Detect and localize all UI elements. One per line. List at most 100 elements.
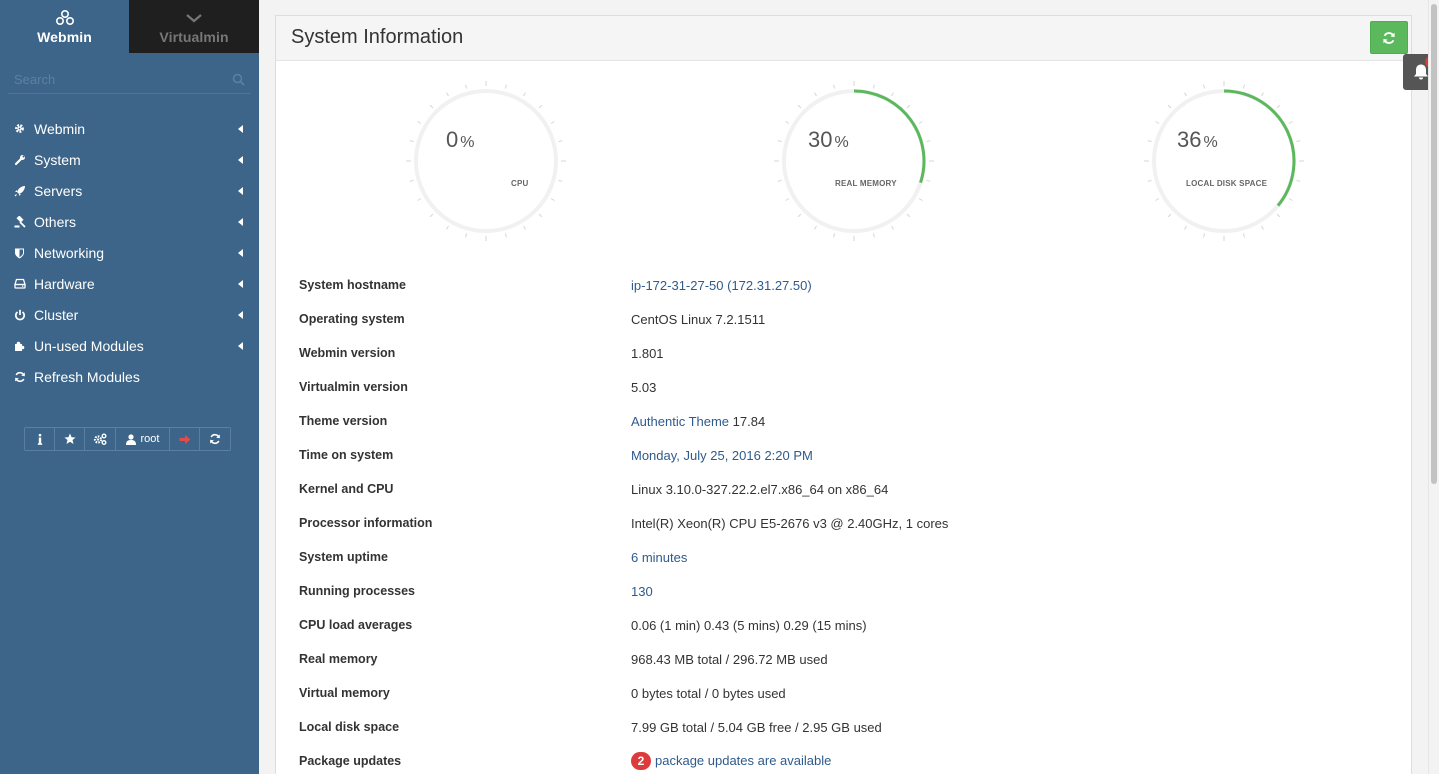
- gauge-tick: [1296, 179, 1301, 182]
- gauge-tick: [906, 104, 911, 109]
- gauge-number: 36: [1177, 127, 1202, 152]
- table-row: System uptime 6 minutes: [299, 540, 1399, 574]
- sidebar: Webmin Virtualmin Webmin System: [0, 0, 259, 774]
- wrench-icon: [13, 153, 26, 166]
- table-row: Running processes 130: [299, 574, 1399, 608]
- update-count-badge: 2: [631, 752, 651, 770]
- search-input[interactable]: [8, 67, 251, 91]
- gauge-tick: [797, 104, 802, 109]
- row-label: System uptime: [299, 550, 388, 564]
- sidebar-tabs: Webmin Virtualmin: [0, 0, 259, 53]
- sidebar-item-unused-modules[interactable]: Un-used Modules: [0, 330, 259, 361]
- gauge-caption: CPU: [511, 179, 529, 188]
- row-label: Kernel and CPU: [299, 482, 394, 496]
- row-value: Intel(R) Xeon(R) CPU E5-2676 v3 @ 2.40GH…: [631, 515, 949, 531]
- row-value: 1.801: [631, 345, 664, 361]
- sidebar-item-servers[interactable]: Servers: [0, 175, 259, 206]
- gauges: 0% CPU 30% REAL MEMORY 36% LOCAL DISK SP…: [276, 61, 1411, 271]
- gauge-tick: [891, 92, 894, 97]
- row-label: Operating system: [299, 312, 405, 326]
- refresh-icon: [13, 370, 26, 383]
- table-row: Webmin version 1.801: [299, 336, 1399, 370]
- row-label: Running processes: [299, 584, 415, 598]
- gauge-unit: %: [460, 134, 475, 151]
- tab-webmin[interactable]: Webmin: [0, 0, 129, 53]
- refresh-icon: [210, 433, 220, 445]
- puzzle-icon: [13, 339, 26, 352]
- gauge-tick: [926, 140, 931, 143]
- search-icon[interactable]: [232, 73, 245, 86]
- gauge-tick: [1167, 213, 1172, 218]
- panel-header: System Information: [276, 16, 1411, 61]
- sidebar-item-refresh-modules[interactable]: Refresh Modules: [0, 361, 259, 392]
- gauge-tick: [538, 213, 543, 218]
- sidebar-item-label: Networking: [34, 244, 105, 261]
- row-label: Webmin version: [299, 346, 396, 360]
- page-title: System Information: [291, 26, 464, 48]
- caret-left-icon: [238, 279, 243, 288]
- gauge-tick: [833, 233, 836, 238]
- gauge-tick: [918, 198, 923, 201]
- package-updates-link[interactable]: package updates are available: [655, 753, 831, 768]
- page-scrollbar[interactable]: [1428, 0, 1439, 774]
- uptime-link[interactable]: 6 minutes: [631, 550, 687, 565]
- time-link[interactable]: Monday, July 25, 2016 2:20 PM: [631, 448, 813, 463]
- gauge-tick: [558, 140, 563, 143]
- table-row: Virtualmin version 5.03: [299, 370, 1399, 404]
- tab-virtualmin[interactable]: Virtualmin: [129, 0, 259, 53]
- gauge-value: 36%: [1177, 127, 1218, 153]
- theme-link[interactable]: Authentic Theme: [631, 414, 729, 429]
- table-row: Processor information Intel(R) Xeon(R) C…: [299, 506, 1399, 540]
- sidebar-item-hardware[interactable]: Hardware: [0, 268, 259, 299]
- sidebar-item-webmin[interactable]: Webmin: [0, 113, 259, 144]
- gauge-track: [414, 89, 558, 233]
- processes-link[interactable]: 130: [631, 584, 653, 599]
- row-label: Package updates: [299, 754, 402, 768]
- sidebar-item-cluster[interactable]: Cluster: [0, 299, 259, 330]
- table-row: Package updates 2 package updates are ava…: [299, 744, 1399, 774]
- gauge-unit: %: [834, 134, 849, 151]
- star-icon: [63, 433, 76, 444]
- table-row: CPU load averages 0.06 (1 min) 0.43 (5 m…: [299, 608, 1399, 642]
- gauge-tick: [891, 225, 894, 230]
- scrollbar-thumb[interactable]: [1431, 4, 1437, 484]
- row-label: Time on system: [299, 448, 394, 462]
- row-value: Linux 3.10.0-327.22.2.el7.x86_64 on x86_…: [631, 481, 889, 497]
- reload-button[interactable]: [200, 428, 230, 450]
- sidebar-item-system[interactable]: System: [0, 144, 259, 175]
- gauge-tick: [906, 213, 911, 218]
- gauge-tick: [446, 92, 449, 97]
- caret-left-icon: [238, 124, 243, 133]
- gauge-tick: [1242, 84, 1245, 89]
- table-row: Kernel and CPU Linux 3.10.0-327.22.2.el7…: [299, 472, 1399, 506]
- gauge-tick: [777, 140, 782, 143]
- table-row: Virtual memory 0 bytes total / 0 bytes u…: [299, 676, 1399, 710]
- rocket-icon: [13, 184, 26, 197]
- refresh-button[interactable]: [1370, 21, 1408, 54]
- table-row: Theme version Authentic Theme 17.84: [299, 404, 1399, 438]
- sidebar-toolbar: root: [24, 427, 231, 451]
- logout-button[interactable]: [170, 428, 200, 450]
- caret-left-icon: [238, 341, 243, 350]
- tab-virtualmin-label: Virtualmin: [159, 28, 229, 45]
- gauge-dial: [406, 81, 566, 241]
- favorites-button[interactable]: [55, 428, 85, 450]
- info-button[interactable]: [25, 428, 55, 450]
- sidebar-item-networking[interactable]: Networking: [0, 237, 259, 268]
- table-row: Time on system Monday, July 25, 2016 2:2…: [299, 438, 1399, 472]
- settings-button[interactable]: [85, 428, 116, 450]
- gauge-tick: [1147, 140, 1152, 143]
- hostname-link[interactable]: ip-172-31-27-50 (172.31.27.50): [631, 278, 812, 293]
- shield-icon: [13, 246, 26, 259]
- user-button[interactable]: root: [116, 428, 170, 450]
- table-row: Operating system CentOS Linux 7.2.1511: [299, 302, 1399, 336]
- caret-left-icon: [238, 155, 243, 164]
- gauge-tick: [1184, 225, 1187, 230]
- gauge-tick: [409, 179, 414, 182]
- sidebar-item-label: Refresh Modules: [34, 368, 140, 385]
- power-icon: [13, 308, 26, 321]
- sidebar-item-others[interactable]: Others: [0, 206, 259, 237]
- gauge-tick: [1288, 121, 1293, 124]
- gauge-tick: [504, 233, 507, 238]
- hdd-icon: [13, 277, 26, 290]
